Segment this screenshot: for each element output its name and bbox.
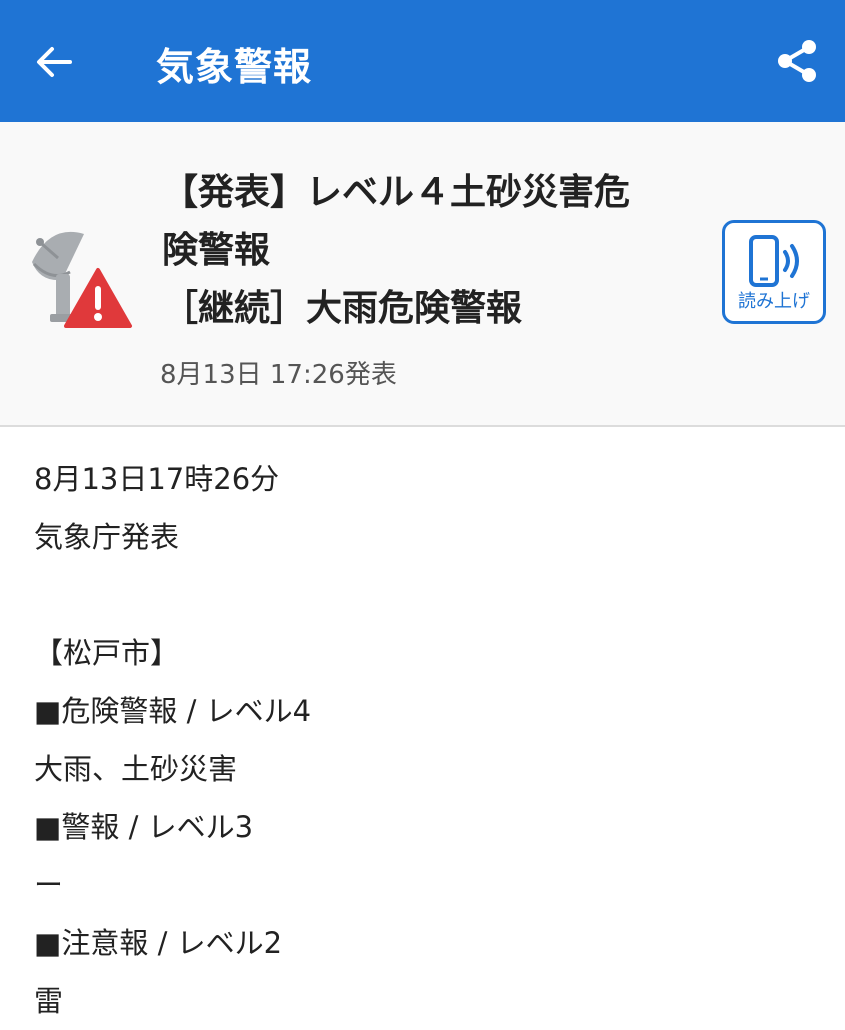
body-line: 雷 xyxy=(34,984,64,1018)
body-line: 気象庁発表 xyxy=(34,520,180,554)
body-line xyxy=(34,566,814,624)
app-bar: 気象警報 xyxy=(0,0,845,122)
share-icon xyxy=(775,38,819,88)
body-line: ー xyxy=(34,868,64,902)
warning-body: 8月13日17時26分 気象庁発表 【松戸市】 ■危険警報 / レベル4 大雨、… xyxy=(34,450,814,1030)
read-aloud-label: 読み上げ xyxy=(738,291,810,312)
headline-line: 険警報 xyxy=(162,230,271,271)
body-line: 8月13日17時26分 xyxy=(34,462,280,496)
published-time: 8月13日 17:26発表 xyxy=(160,360,397,390)
satellite-warning-icon xyxy=(22,222,134,334)
read-aloud-button[interactable]: 読み上げ xyxy=(722,220,826,324)
body-line: ■危険警報 / レベル4 xyxy=(34,694,312,728)
headline-line: 【発表】レベル４土砂災害危 xyxy=(162,172,631,213)
arrow-left-icon xyxy=(34,42,74,86)
warning-headline: 【発表】レベル４土砂災害危 険警報 ［継続］大雨危険警報 xyxy=(162,164,702,338)
body-line: ■注意報 / レベル2 xyxy=(34,926,283,960)
back-button[interactable] xyxy=(24,34,84,94)
body-line: 【松戸市】 xyxy=(34,636,180,670)
body-line: ■警報 / レベル3 xyxy=(34,810,254,844)
share-button[interactable] xyxy=(766,32,828,94)
body-line: 大雨、土砂災害 xyxy=(34,752,238,786)
headline-line: ［継続］大雨危険警報 xyxy=(162,288,523,329)
page-title: 気象警報 xyxy=(156,45,313,89)
warning-header: 【発表】レベル４土砂災害危 険警報 ［継続］大雨危険警報 8月13日 17:26… xyxy=(0,122,845,427)
